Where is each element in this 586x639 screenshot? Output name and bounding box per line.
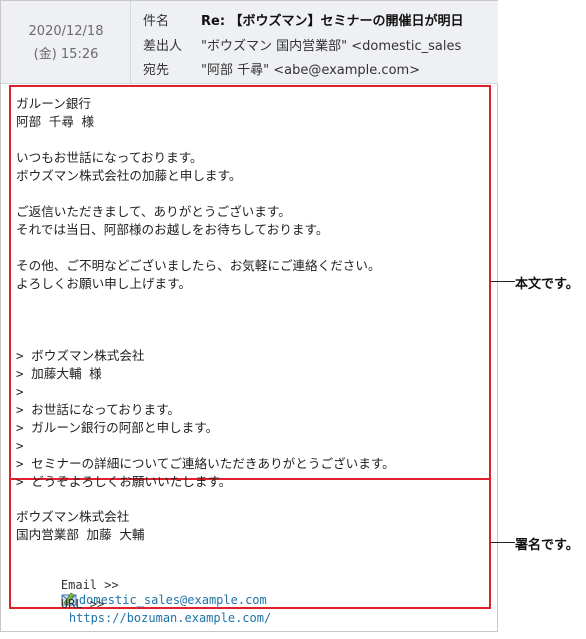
body-callout-line <box>491 281 515 282</box>
body-line: > ボウズマン株式会社 <box>16 348 145 363</box>
from-value[interactable]: "ボウズマン 国内営業部" <domestic_sales <box>201 39 461 54</box>
signature-url-row: URL >> https://bozuman.example.com/ <box>32 583 271 639</box>
subject-row: 件名 Re: 【ボウズマン】セミナーの開催日が明日 <box>143 10 464 29</box>
body-line: > ガルーン銀行の阿部と申します。 <box>16 420 219 435</box>
to-label: 宛先 <box>143 63 170 78</box>
signature-callout-line <box>491 542 515 543</box>
body-line: > どうぞよろしくお願いいたします。 <box>16 474 232 489</box>
email-header: 2020/12/18 (金) 15:26 件名 Re: 【ボウズマン】セミナーの開… <box>1 1 498 84</box>
body-callout-label: 本文です。 <box>515 277 579 292</box>
subject-value: Re: 【ボウズマン】セミナーの開催日が明日 <box>201 14 464 29</box>
body-line: ガルーン銀行 <box>16 96 91 111</box>
date-column: 2020/12/18 (金) 15:26 <box>1 1 131 83</box>
email-time: (金) 15:26 <box>33 47 99 62</box>
body-line: いつもお世話になっております。 <box>16 150 203 165</box>
subject-label: 件名 <box>143 14 170 29</box>
signature-company: ボウズマン株式会社 <box>16 509 130 524</box>
body-line: > お世話になっております。 <box>16 402 181 417</box>
body-line: ボウズマン株式会社の加藤と申します。 <box>16 168 242 183</box>
to-value[interactable]: "阿部 千尋" <abe@example.com> <box>201 63 420 78</box>
body-line: それでは当日、阿部様のお越しをお待ちしております。 <box>16 222 329 237</box>
from-label: 差出人 <box>143 39 183 54</box>
body-line: ご返信いただきまして、ありがとうございます。 <box>16 204 291 219</box>
body-line: > <box>16 438 24 453</box>
signature-dept-name: 国内営業部 加藤 大輔 <box>16 527 145 542</box>
to-row: 宛先 "阿部 千尋" <abe@example.com> <box>143 59 420 78</box>
body-line: > <box>16 384 24 399</box>
body-line: その他、ご不明などございましたら、お気軽にご連絡ください。 <box>16 258 381 273</box>
body-line: 阿部 千尋 様 <box>16 114 95 129</box>
body-line: よろしくお願い申し上げます。 <box>16 276 192 291</box>
body-line: > 加藤大輔 様 <box>16 366 102 381</box>
from-row: 差出人 "ボウズマン 国内営業部" <domestic_sales <box>143 35 461 54</box>
email-viewer: 2020/12/18 (金) 15:26 件名 Re: 【ボウズマン】セミナーの開… <box>0 0 498 632</box>
url-label: URL >> <box>60 597 105 611</box>
signature-url-link[interactable]: https://bozuman.example.com/ <box>69 611 271 625</box>
signature-callout-label: 署名です。 <box>515 538 579 553</box>
email-date: 2020/12/18 <box>28 24 104 39</box>
body-line: > セミナーの詳細についてご連絡いただきありがとうございます。 <box>16 456 395 471</box>
